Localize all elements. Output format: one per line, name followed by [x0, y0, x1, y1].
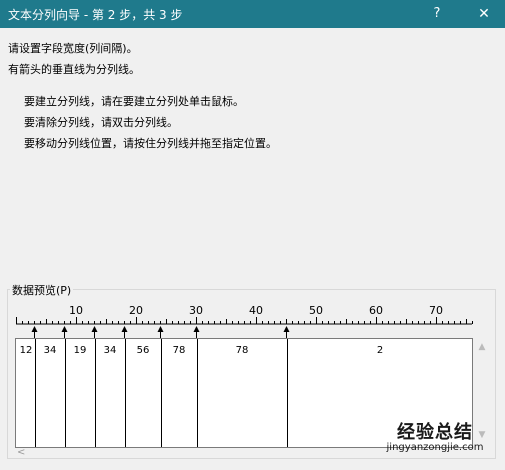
instruction-bullet-move: 要移动分列线位置，请按住分列线并拖至指定位置。 — [24, 137, 277, 150]
preview-cell: 78 — [235, 345, 249, 356]
instruction-bullet-create: 要建立分列线，请在要建立分列处单击鼠标。 — [24, 95, 244, 108]
column-break-arrow-icon — [283, 326, 290, 332]
ruler-tick-label: 50 — [309, 305, 323, 317]
column-break-arrow-icon — [193, 326, 200, 332]
ruler-tick-label: 70 — [429, 305, 443, 317]
instruction-line-2: 有箭头的垂直线为分列线。 — [8, 63, 140, 76]
instruction-bullet-delete: 要清除分列线，请双击分列线。 — [24, 116, 178, 129]
preview-label: 数据预览(P) — [10, 282, 74, 298]
column-break-arrow-icon — [157, 326, 164, 332]
ruler-tick-label: 30 — [189, 305, 203, 317]
preview-cell: 2 — [376, 345, 384, 356]
column-break-arrow-icon — [91, 326, 98, 332]
window-title: 文本分列向导 - 第 2 步，共 3 步 — [8, 8, 183, 22]
watermark-url: jingyanzongjie.com — [386, 442, 484, 453]
preview-cell: 78 — [172, 345, 186, 356]
instruction-line-1: 请设置字段宽度(列间隔)。 — [8, 42, 138, 55]
ruler-tick-label: 10 — [69, 305, 83, 317]
ruler-tick-label: 20 — [129, 305, 143, 317]
preview-cell: 34 — [103, 345, 117, 356]
column-break-arrow-icon — [121, 326, 128, 332]
title-bar: 文本分列向导 - 第 2 步，共 3 步 ? ✕ — [0, 0, 505, 28]
column-ruler[interactable]: 10 20 30 40 50 60 70 — [0, 305, 505, 339]
close-button[interactable]: ✕ — [468, 0, 500, 28]
scroll-left-icon[interactable]: < — [17, 447, 25, 458]
column-break-arrow-icon — [31, 326, 38, 332]
scroll-up-icon[interactable]: ▲ — [474, 342, 490, 352]
column-break-arrow-icon — [61, 326, 68, 332]
preview-cell: 34 — [43, 345, 57, 356]
help-button[interactable]: ? — [422, 0, 452, 28]
watermark-logo: 经验总结 — [397, 422, 473, 443]
ruler-tick-label: 60 — [369, 305, 383, 317]
ruler-tick-label: 40 — [249, 305, 263, 317]
preview-cell: 56 — [136, 345, 150, 356]
preview-cell: 12 — [19, 345, 33, 356]
preview-cell: 19 — [73, 345, 87, 356]
